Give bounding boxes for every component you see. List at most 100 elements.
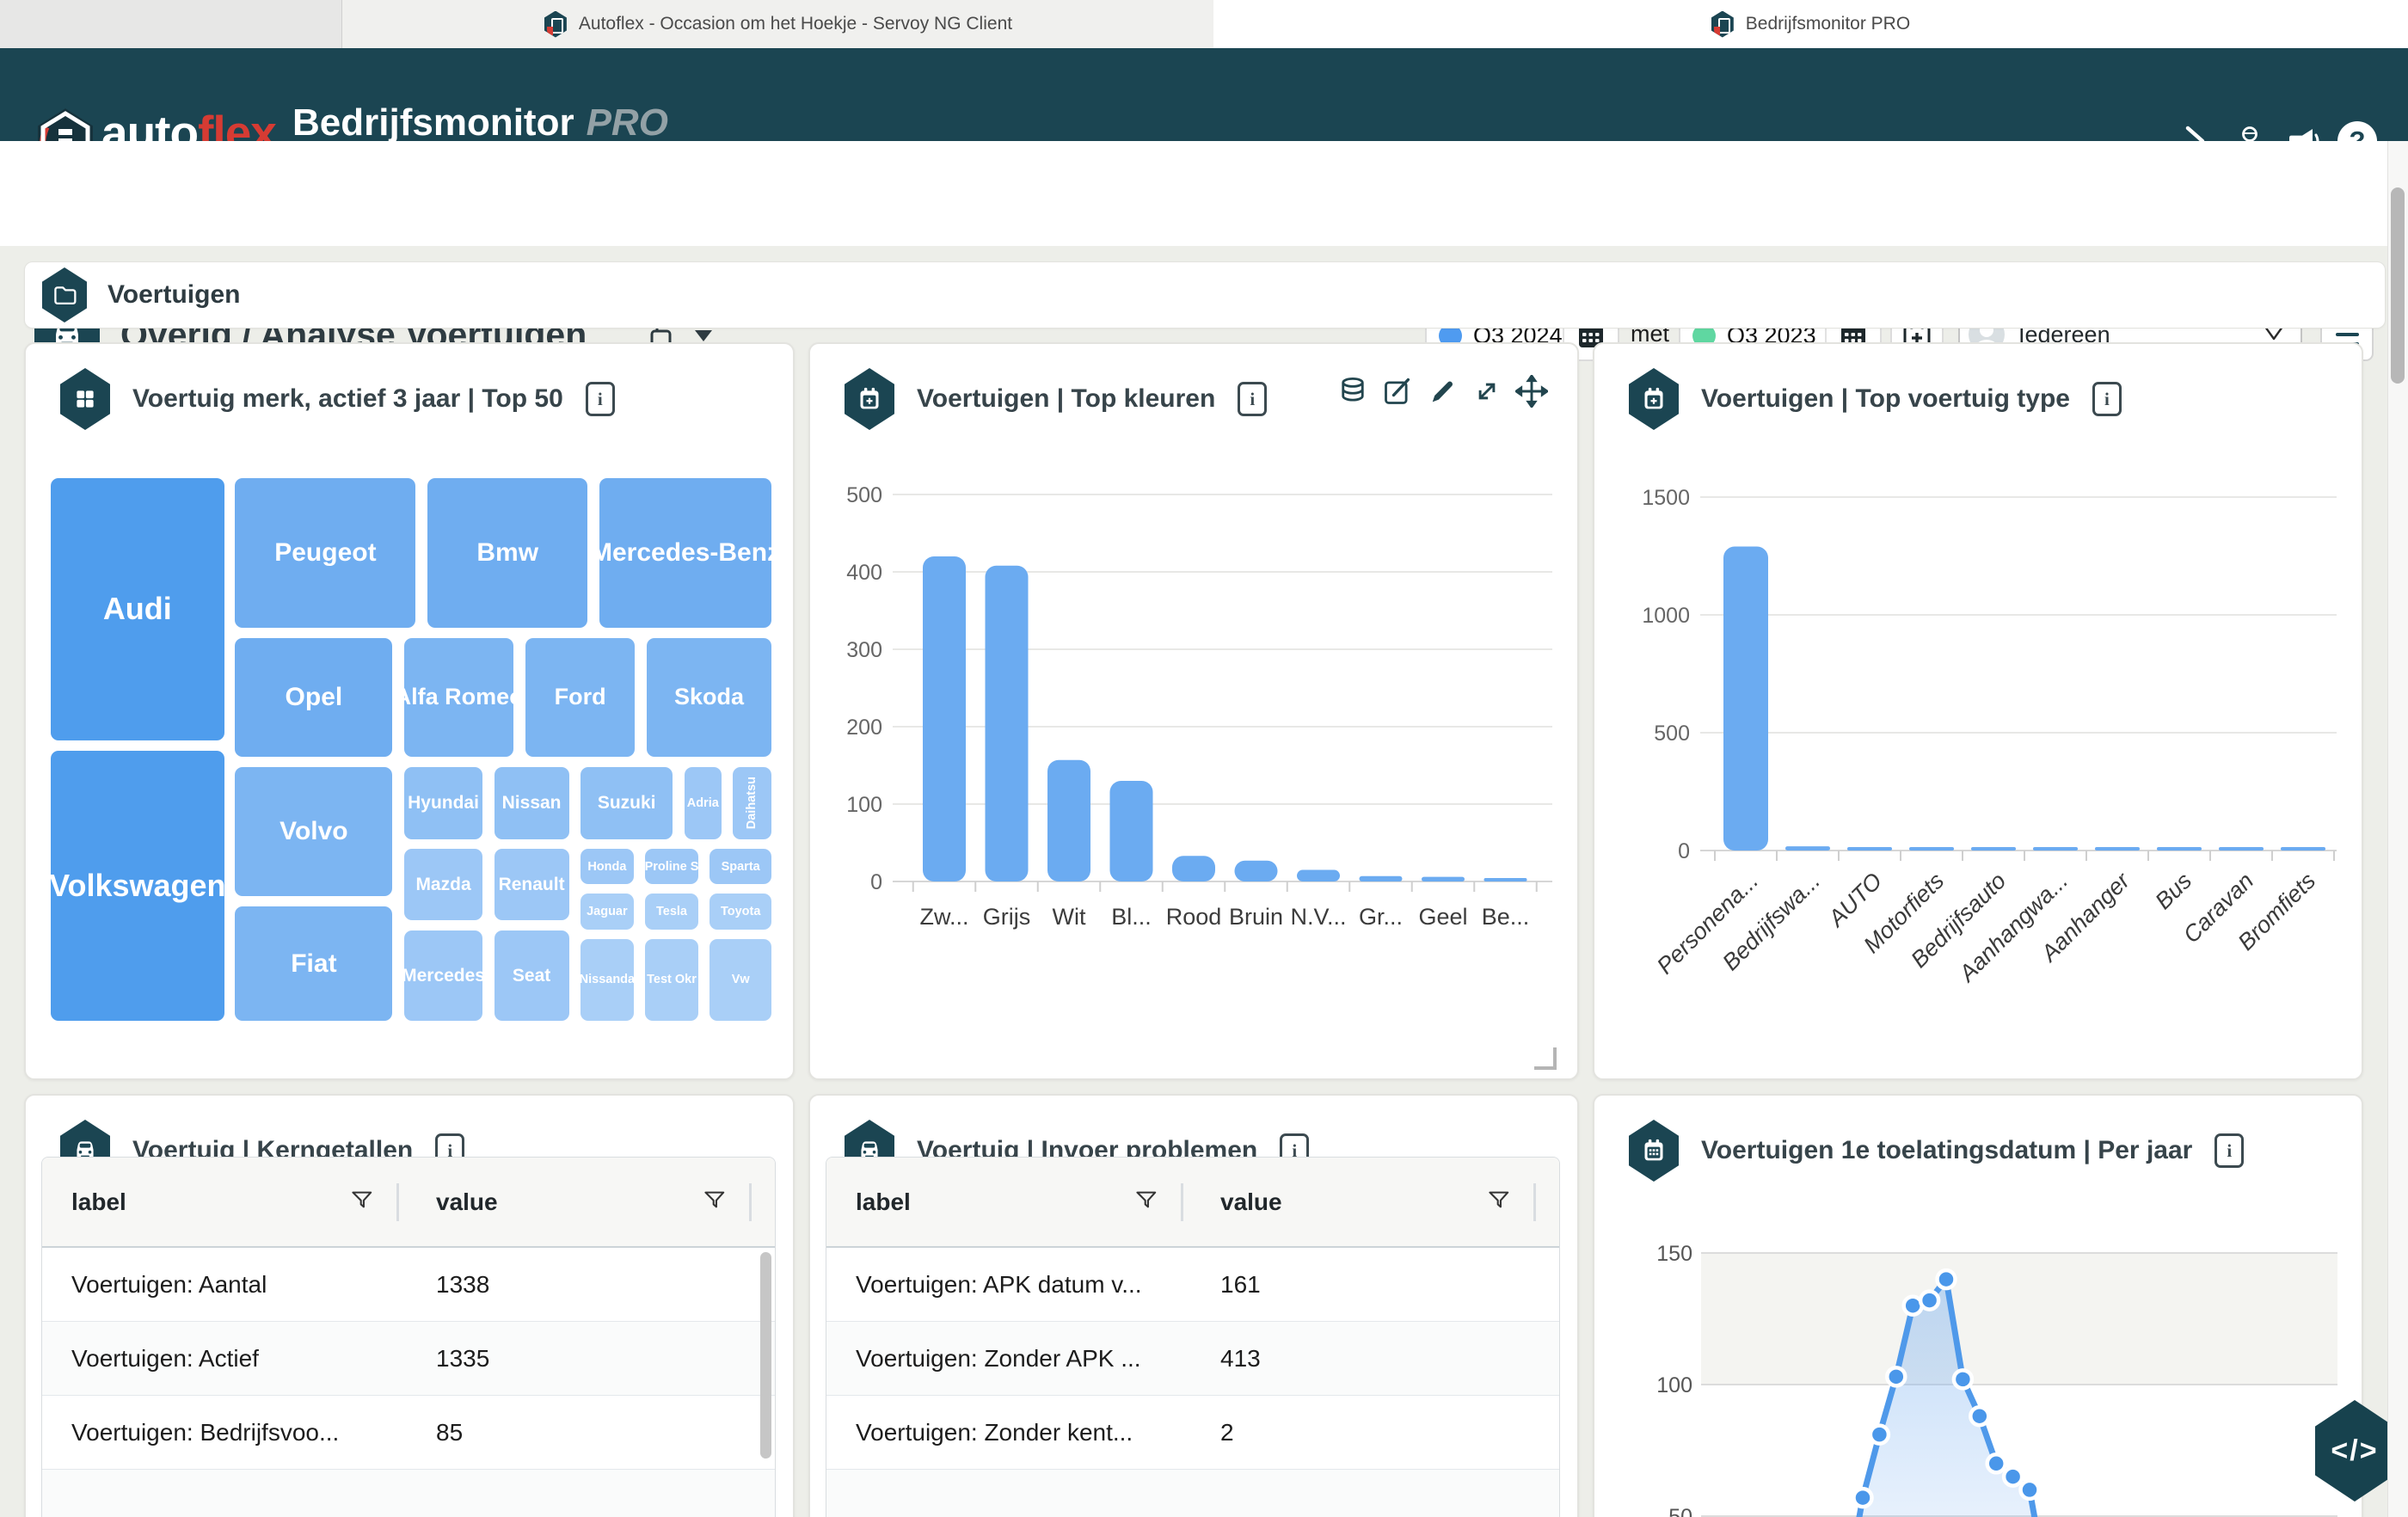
kerngetallen-table[interactable]: label value Voertuigen: Aantal1338Voertu… — [41, 1157, 776, 1517]
table-row[interactable]: Voertuigen: Actief1335 — [42, 1322, 775, 1396]
treemap-cell[interactable]: Nissan — [492, 765, 572, 841]
edit-box-icon[interactable] — [1381, 375, 1414, 408]
data-point[interactable] — [1920, 1292, 1938, 1310]
treemap-cell[interactable]: Honda — [578, 846, 636, 887]
treemap-cell[interactable]: Vw — [707, 937, 774, 1023]
treemap-cell[interactable]: Volkswagen — [48, 748, 227, 1023]
bar[interactable] — [1235, 861, 1278, 881]
treemap-cell-label: Nissanda — [580, 973, 635, 986]
treemap-cell[interactable]: Mercedes-Benz — [597, 476, 774, 630]
data-point[interactable] — [2021, 1481, 2039, 1499]
treemap-cell[interactable]: Fiat — [232, 904, 395, 1023]
bar[interactable] — [1297, 870, 1340, 882]
table-scrollbar[interactable] — [760, 1252, 771, 1459]
column-label[interactable]: label — [856, 1188, 911, 1216]
bar[interactable] — [2281, 847, 2325, 851]
bar[interactable] — [1110, 781, 1153, 881]
tab-bedrijfsmonitor[interactable]: Bedrijfsmonitor PRO — [1213, 0, 2408, 48]
treemap-cell[interactable]: Renault — [492, 846, 572, 923]
bar[interactable] — [923, 556, 966, 881]
top-voertuig-type-bar-chart[interactable]: 050010001500Personena...Bedrijfswa...AUT… — [1610, 464, 2343, 1032]
info-icon[interactable]: i — [2214, 1133, 2244, 1168]
data-point[interactable] — [1854, 1489, 1872, 1507]
top-kleuren-bar-chart[interactable]: 0100200300400500Zw...GrijsWitBl...RoodBr… — [826, 464, 1558, 987]
table-row[interactable]: Voertuigen: Zonder APK ...413 — [826, 1322, 1559, 1396]
page-menu-caret-icon[interactable] — [695, 330, 712, 341]
info-icon[interactable]: i — [1238, 382, 1267, 416]
treemap-cell[interactable]: Adria — [682, 765, 724, 841]
merk-treemap-chart[interactable]: AudiVolkswagen Peugeot BmwMercedes-Benz Ope… — [48, 476, 774, 1023]
filter-icon[interactable] — [350, 1188, 376, 1219]
bar[interactable] — [1785, 846, 1830, 851]
page-scrollbar-thumb[interactable] — [2391, 187, 2405, 384]
treemap-cell[interactable]: Volvo — [232, 765, 395, 898]
tab-servoy-client[interactable]: Autoflex - Occasion om het Hoekje - Serv… — [341, 0, 1215, 48]
bar[interactable] — [986, 566, 1029, 881]
treemap-cell[interactable]: Mercedes — [402, 928, 485, 1023]
invoer-problemen-table[interactable]: label value Voertuigen: APK datum v...16… — [826, 1157, 1560, 1517]
treemap-cell[interactable]: Mazda — [402, 846, 485, 923]
column-label[interactable]: label — [71, 1188, 126, 1216]
treemap-cell[interactable]: Alfa Romeo — [402, 636, 516, 759]
treemap-cell[interactable]: Ford — [523, 636, 637, 759]
filter-icon[interactable] — [1487, 1188, 1513, 1219]
toelatingsdatum-line-chart[interactable]: 15010050 — [1610, 1187, 2343, 1517]
treemap-cell[interactable]: Opel — [232, 636, 395, 759]
treemap-cell[interactable]: Test Okr — [642, 937, 701, 1023]
data-point[interactable] — [1954, 1370, 1972, 1388]
bar[interactable] — [2157, 847, 2202, 851]
treemap-cell[interactable]: Hyundai — [402, 765, 485, 841]
section-voertuigen[interactable]: Voertuigen — [24, 261, 2386, 329]
treemap-cell[interactable]: Proline S — [642, 846, 701, 887]
bar[interactable] — [1909, 847, 1954, 851]
treemap-cell[interactable]: Nissanda — [578, 937, 636, 1023]
info-icon[interactable]: i — [2092, 382, 2122, 416]
treemap-cell[interactable]: Peugeot — [232, 476, 418, 630]
data-point[interactable] — [2004, 1468, 2022, 1486]
bar[interactable] — [1360, 876, 1403, 881]
filter-icon[interactable] — [703, 1188, 728, 1219]
treemap-cell[interactable]: Tesla — [642, 891, 701, 931]
filter-icon[interactable] — [1134, 1188, 1160, 1219]
treemap-cell[interactable]: Skoda — [644, 636, 774, 759]
bar[interactable] — [1172, 856, 1215, 881]
treemap-cell[interactable]: Daihatsu — [730, 765, 774, 841]
treemap-cell-label: Peugeot — [274, 538, 376, 568]
svg-text:Grijs: Grijs — [983, 904, 1031, 930]
data-point[interactable] — [1938, 1270, 1956, 1288]
table-row[interactable]: Voertuigen: Zonder kent...2 — [826, 1396, 1559, 1470]
data-point[interactable] — [1870, 1426, 1889, 1444]
bar[interactable] — [1422, 877, 1465, 881]
treemap-cell[interactable]: Suzuki — [578, 765, 675, 841]
data-point[interactable] — [1970, 1407, 1988, 1425]
bar[interactable] — [2033, 847, 2078, 851]
treemap-cell[interactable]: Audi — [48, 476, 227, 743]
treemap-cell[interactable]: Bmw — [425, 476, 590, 630]
treemap-cell[interactable]: Toyota — [707, 891, 774, 931]
treemap-cell[interactable]: Sparta — [707, 846, 774, 887]
treemap-cell-label: Sparta — [722, 860, 760, 874]
column-label[interactable]: value — [436, 1188, 498, 1216]
bar[interactable] — [1484, 878, 1527, 881]
bar[interactable] — [1971, 847, 2016, 851]
datasource-icon[interactable] — [1336, 375, 1369, 408]
treemap-cell[interactable]: Jaguar — [578, 891, 636, 931]
table-row[interactable]: Voertuigen: APK datum v...161 — [826, 1248, 1559, 1322]
data-point[interactable] — [1987, 1454, 2006, 1472]
data-point[interactable] — [1887, 1367, 1905, 1385]
bar[interactable] — [1047, 760, 1090, 881]
svg-text:1000: 1000 — [1642, 604, 1690, 628]
treemap-cell[interactable]: Seat — [492, 928, 572, 1023]
pencil-icon[interactable] — [1426, 375, 1459, 408]
expand-icon[interactable] — [1471, 375, 1503, 408]
table-row[interactable]: Voertuigen: Aantal1338 — [42, 1248, 775, 1322]
bar[interactable] — [1847, 847, 1892, 851]
bar[interactable] — [2219, 847, 2264, 851]
resize-handle[interactable] — [1534, 1047, 1557, 1070]
column-label[interactable]: value — [1220, 1188, 1282, 1216]
table-row[interactable]: Voertuigen: Bedrijfsvoo...85 — [42, 1396, 775, 1470]
move-icon[interactable] — [1515, 375, 1548, 408]
bar[interactable] — [2095, 847, 2140, 851]
info-icon[interactable]: i — [586, 382, 615, 416]
bar[interactable] — [1723, 547, 1768, 851]
